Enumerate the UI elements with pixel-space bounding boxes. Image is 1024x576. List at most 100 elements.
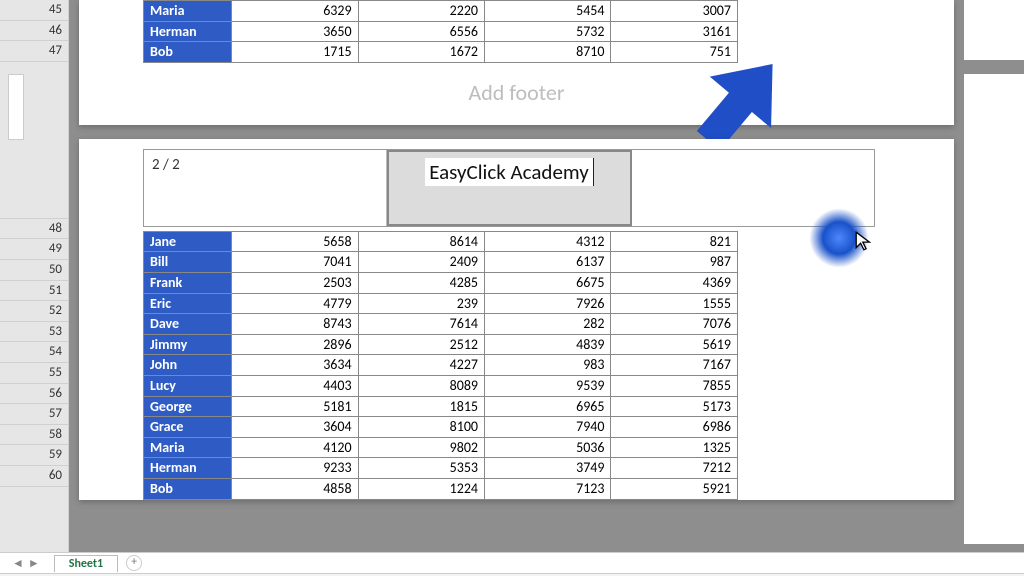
value-cell[interactable]: 3161 xyxy=(611,21,738,42)
value-cell[interactable]: 5921 xyxy=(611,478,738,499)
name-cell[interactable]: Bob xyxy=(144,478,232,499)
sheet-nav-next-icon[interactable]: ► xyxy=(28,556,40,571)
value-cell[interactable]: 4120 xyxy=(232,437,358,458)
value-cell[interactable]: 4403 xyxy=(232,375,358,396)
value-cell[interactable]: 3604 xyxy=(232,417,358,438)
header-left[interactable]: 2 / 2 xyxy=(144,150,387,226)
value-cell[interactable]: 3650 xyxy=(232,21,358,42)
name-cell[interactable]: Lucy xyxy=(144,375,232,396)
value-cell[interactable]: 1325 xyxy=(611,437,738,458)
value-cell[interactable]: 282 xyxy=(485,314,611,335)
value-cell[interactable]: 8089 xyxy=(358,375,484,396)
value-cell[interactable]: 1672 xyxy=(358,42,484,63)
row-header[interactable]: 45 xyxy=(0,0,68,21)
table-row[interactable]: Jane565886144312821 xyxy=(144,231,738,252)
name-cell[interactable]: Jimmy xyxy=(144,334,232,355)
value-cell[interactable]: 5732 xyxy=(485,21,611,42)
table-row[interactable]: Frank2503428566754369 xyxy=(144,272,738,293)
table-row[interactable]: Maria6329222054543007 xyxy=(144,1,738,22)
name-cell[interactable]: Jane xyxy=(144,231,232,252)
table-row[interactable]: Bill704124096137987 xyxy=(144,252,738,273)
value-cell[interactable]: 7940 xyxy=(485,417,611,438)
value-cell[interactable]: 7041 xyxy=(232,252,358,273)
value-cell[interactable]: 5036 xyxy=(485,437,611,458)
value-cell[interactable]: 5619 xyxy=(611,334,738,355)
value-cell[interactable]: 3007 xyxy=(611,1,738,22)
value-cell[interactable]: 7614 xyxy=(358,314,484,335)
value-cell[interactable]: 5173 xyxy=(611,396,738,417)
name-cell[interactable]: Grace xyxy=(144,417,232,438)
table-row[interactable]: Herman9233535337497212 xyxy=(144,458,738,479)
table-row[interactable]: Bob4858122471235921 xyxy=(144,478,738,499)
value-cell[interactable]: 4779 xyxy=(232,293,358,314)
value-cell[interactable]: 1555 xyxy=(611,293,738,314)
value-cell[interactable]: 9802 xyxy=(358,437,484,458)
row-header[interactable]: 60 xyxy=(0,466,68,487)
value-cell[interactable]: 2409 xyxy=(358,252,484,273)
row-header[interactable]: 54 xyxy=(0,342,68,363)
name-cell[interactable]: Herman xyxy=(144,458,232,479)
value-cell[interactable]: 6556 xyxy=(358,21,484,42)
table-row[interactable]: Grace3604810079406986 xyxy=(144,417,738,438)
value-cell[interactable]: 6329 xyxy=(232,1,358,22)
sheet-nav-prev-icon[interactable]: ◄ xyxy=(12,556,24,571)
value-cell[interactable]: 9539 xyxy=(485,375,611,396)
value-cell[interactable]: 4227 xyxy=(358,355,484,376)
value-cell[interactable]: 6137 xyxy=(485,252,611,273)
sheet-tab[interactable]: Sheet1 xyxy=(54,555,118,572)
value-cell[interactable]: 3749 xyxy=(485,458,611,479)
value-cell[interactable]: 7167 xyxy=(611,355,738,376)
name-cell[interactable]: John xyxy=(144,355,232,376)
value-cell[interactable]: 5454 xyxy=(485,1,611,22)
value-cell[interactable]: 4839 xyxy=(485,334,611,355)
value-cell[interactable]: 2503 xyxy=(232,272,358,293)
header-section[interactable]: 2 / 2 EasyClick Academy xyxy=(143,149,875,227)
value-cell[interactable]: 2220 xyxy=(358,1,484,22)
table-row[interactable]: John363442279837167 xyxy=(144,355,738,376)
add-sheet-button[interactable]: + xyxy=(126,555,142,571)
row-header[interactable]: 47 xyxy=(0,41,68,62)
value-cell[interactable]: 4858 xyxy=(232,478,358,499)
table-row[interactable]: George5181181569655173 xyxy=(144,396,738,417)
value-cell[interactable]: 983 xyxy=(485,355,611,376)
value-cell[interactable]: 8743 xyxy=(232,314,358,335)
value-cell[interactable]: 7926 xyxy=(485,293,611,314)
name-cell[interactable]: George xyxy=(144,396,232,417)
name-cell[interactable]: Frank xyxy=(144,272,232,293)
value-cell[interactable]: 3634 xyxy=(232,355,358,376)
data-table-page1[interactable]: Maria6329222054543007Herman3650655657323… xyxy=(143,0,738,63)
value-cell[interactable]: 6986 xyxy=(611,417,738,438)
table-row[interactable]: Maria4120980250361325 xyxy=(144,437,738,458)
table-row[interactable]: Jimmy2896251248395619 xyxy=(144,334,738,355)
table-row[interactable]: Herman3650655657323161 xyxy=(144,21,738,42)
value-cell[interactable]: 7212 xyxy=(611,458,738,479)
table-row[interactable]: Bob171516728710751 xyxy=(144,42,738,63)
value-cell[interactable]: 8614 xyxy=(358,231,484,252)
header-center[interactable]: EasyClick Academy xyxy=(387,150,633,226)
name-cell[interactable]: Maria xyxy=(144,1,232,22)
name-cell[interactable]: Eric xyxy=(144,293,232,314)
row-header[interactable]: 58 xyxy=(0,425,68,446)
value-cell[interactable]: 4285 xyxy=(358,272,484,293)
value-cell[interactable]: 5181 xyxy=(232,396,358,417)
row-header[interactable]: 59 xyxy=(0,445,68,466)
value-cell[interactable]: 5658 xyxy=(232,231,358,252)
value-cell[interactable]: 1815 xyxy=(358,396,484,417)
table-row[interactable]: Dave874376142827076 xyxy=(144,314,738,335)
value-cell[interactable]: 1224 xyxy=(358,478,484,499)
value-cell[interactable]: 9233 xyxy=(232,458,358,479)
row-header[interactable]: 57 xyxy=(0,404,68,425)
name-cell[interactable]: Bob xyxy=(144,42,232,63)
value-cell[interactable]: 5353 xyxy=(358,458,484,479)
sheet-tab-bar[interactable]: ◄ ► Sheet1 + xyxy=(0,552,1024,573)
value-cell[interactable]: 987 xyxy=(611,252,738,273)
table-row[interactable]: Lucy4403808995397855 xyxy=(144,375,738,396)
row-header[interactable]: 52 xyxy=(0,301,68,322)
value-cell[interactable]: 1715 xyxy=(232,42,358,63)
data-table-page2[interactable]: Jane565886144312821Bill704124096137987Fr… xyxy=(143,231,738,500)
value-cell[interactable]: 6965 xyxy=(485,396,611,417)
value-cell[interactable]: 8710 xyxy=(485,42,611,63)
page-layout-canvas[interactable]: Maria6329222054543007Herman3650655657323… xyxy=(69,0,964,552)
value-cell[interactable]: 7123 xyxy=(485,478,611,499)
row-header[interactable]: 56 xyxy=(0,384,68,405)
